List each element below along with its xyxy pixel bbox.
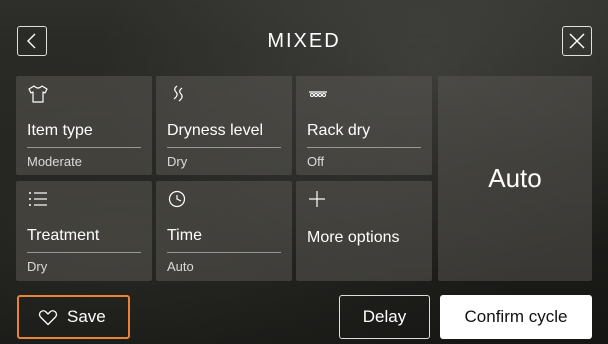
tile-value: Auto	[167, 259, 194, 274]
summary-value: Auto	[488, 163, 542, 193]
tile-label: Item type	[27, 122, 93, 139]
heart-icon	[38, 309, 58, 325]
clock-icon	[168, 190, 186, 208]
tile-value: Moderate	[27, 154, 82, 169]
delay-label: Delay	[362, 307, 407, 326]
tile-label: Dryness level	[167, 122, 264, 139]
tile-value: Off	[307, 154, 325, 169]
chevron-left-icon	[27, 33, 36, 49]
tile-label: More options	[307, 229, 400, 246]
tile-value: Dry	[27, 259, 48, 274]
plus-icon	[309, 191, 325, 207]
divider	[307, 147, 421, 148]
divider	[27, 147, 141, 148]
divider	[27, 252, 141, 253]
page-title: MIXED	[267, 30, 341, 52]
heat-wave-icon	[173, 85, 183, 102]
tile-label: Rack dry	[307, 122, 371, 139]
back-button[interactable]	[17, 26, 47, 56]
confirm-cycle-button[interactable]: Confirm cycle	[440, 295, 592, 339]
tile-label: Time	[167, 227, 202, 244]
list-icon	[29, 192, 47, 206]
shirt-icon	[28, 85, 48, 103]
tile-rack-dry[interactable]: Rack dry Off	[296, 76, 432, 175]
divider	[167, 252, 281, 253]
divider	[167, 147, 281, 148]
cycle-summary-auto[interactable]: Auto	[438, 76, 592, 281]
tile-dryness-level[interactable]: Dryness level Dry	[156, 76, 292, 175]
tile-treatment[interactable]: Treatment Dry	[16, 181, 152, 281]
save-button[interactable]: Save	[17, 295, 130, 339]
rack-icon	[309, 91, 327, 97]
close-icon	[569, 33, 585, 49]
delay-button[interactable]: Delay	[339, 295, 430, 339]
save-label: Save	[67, 307, 106, 326]
close-button[interactable]	[562, 26, 592, 56]
tile-time[interactable]: Time Auto	[156, 181, 292, 281]
cycle-settings-screen: MIXED Item type Moderate Dryness level D…	[0, 0, 608, 344]
confirm-label: Confirm cycle	[464, 307, 568, 326]
tile-value: Dry	[167, 154, 188, 169]
tile-label: Treatment	[27, 227, 100, 244]
tile-more-options[interactable]: More options	[296, 181, 432, 281]
tile-item-type[interactable]: Item type Moderate	[16, 76, 152, 175]
